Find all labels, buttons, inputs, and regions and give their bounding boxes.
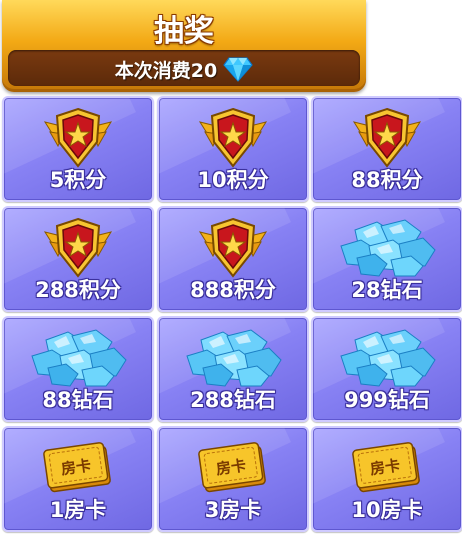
reward-art	[4, 214, 152, 280]
reward-card[interactable]: 房卡 10房卡	[311, 426, 462, 532]
room-card-icon: 房卡	[198, 442, 266, 493]
cost-text: 本次消费20	[114, 59, 218, 82]
reward-card[interactable]: 888积分	[157, 206, 309, 312]
reward-art	[313, 324, 461, 390]
reward-label: 10房卡	[351, 498, 423, 522]
reward-label: 10积分	[197, 168, 269, 192]
reward-label: 28钻石	[351, 278, 423, 302]
diamond-pile-icon	[31, 329, 127, 387]
diamond-pile-icon	[186, 329, 282, 387]
reward-card[interactable]: 28钻石	[311, 206, 462, 312]
reward-label: 999钻石	[344, 388, 430, 412]
diamond-pile-icon	[340, 219, 436, 277]
reward-art	[4, 104, 152, 170]
reward-label: 5积分	[49, 168, 107, 192]
cost-row: 本次消费20	[2, 54, 366, 84]
reward-card[interactable]: 288积分	[2, 206, 154, 312]
reward-card[interactable]: 999钻石	[311, 316, 462, 422]
reward-card[interactable]: 288钻石	[157, 316, 309, 422]
medal-icon	[198, 217, 268, 278]
reward-card[interactable]: 88钻石	[2, 316, 154, 422]
medal-icon	[43, 217, 113, 278]
medal-icon	[43, 107, 113, 168]
reward-label: 88钻石	[42, 388, 114, 412]
reward-art	[159, 214, 307, 280]
reward-label: 3房卡	[204, 498, 262, 522]
room-card-icon: 房卡	[43, 442, 111, 493]
diamond-pile-icon	[340, 329, 436, 387]
reward-label: 888积分	[190, 278, 276, 302]
diamond-icon	[223, 57, 253, 82]
reward-art: 房卡	[159, 434, 307, 500]
draw-title: 抽奖	[154, 14, 214, 49]
reward-art: 房卡	[313, 434, 461, 500]
reward-art	[159, 104, 307, 170]
reward-label: 88积分	[351, 168, 423, 192]
reward-art	[313, 214, 461, 280]
reward-card[interactable]: 房卡 3房卡	[157, 426, 309, 532]
reward-art	[4, 324, 152, 390]
reward-card[interactable]: 88积分	[311, 96, 462, 202]
reward-art	[313, 104, 461, 170]
reward-card[interactable]: 10积分	[157, 96, 309, 202]
reward-art	[159, 324, 307, 390]
reward-card[interactable]: 5积分	[2, 96, 154, 202]
draw-button[interactable]: 抽奖 本次消费20	[2, 0, 366, 92]
reward-label: 288积分	[35, 278, 121, 302]
reward-art: 房卡	[4, 434, 152, 500]
reward-card[interactable]: 房卡 1房卡	[2, 426, 154, 532]
reward-label: 1房卡	[49, 498, 107, 522]
medal-icon	[198, 107, 268, 168]
medal-icon	[352, 107, 422, 168]
room-card-icon: 房卡	[352, 442, 420, 493]
reward-label: 288钻石	[190, 388, 276, 412]
